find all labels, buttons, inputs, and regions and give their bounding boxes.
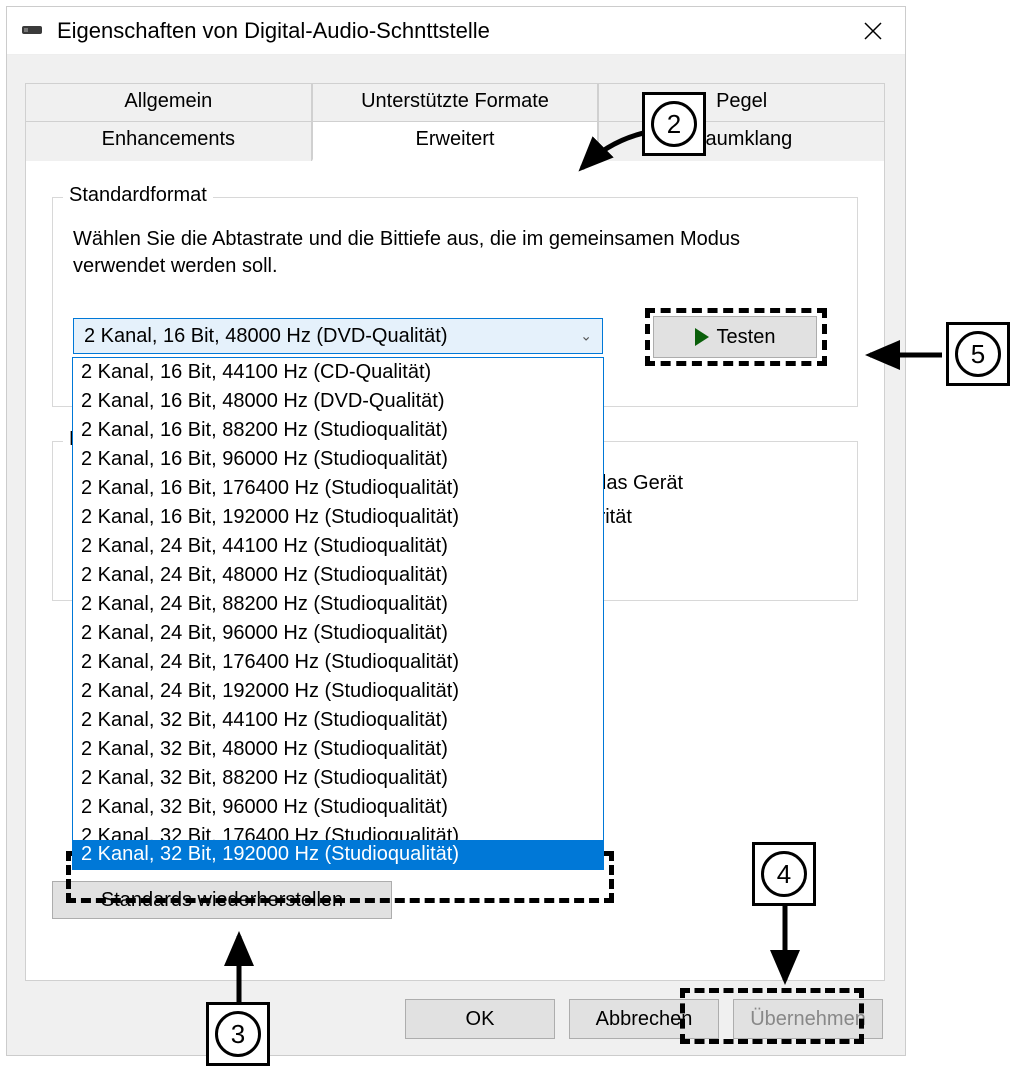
dropdown-item[interactable]: 2 Kanal, 24 Bit, 96000 Hz (Studioqualitä… bbox=[73, 619, 603, 648]
audio-device-icon bbox=[21, 19, 45, 43]
format-combobox-value: 2 Kanal, 16 Bit, 48000 Hz (DVD-Qualität) bbox=[84, 325, 448, 348]
tab-allgemein[interactable]: Allgemein bbox=[25, 83, 312, 121]
dropdown-item[interactable]: 2 Kanal, 32 Bit, 176400 Hz (Studioqualit… bbox=[73, 822, 603, 840]
group-standardformat-title: Standardformat bbox=[63, 184, 213, 207]
ok-button[interactable]: OK bbox=[405, 999, 555, 1039]
dropdown-item[interactable]: 2 Kanal, 24 Bit, 88200 Hz (Studioqualitä… bbox=[73, 590, 603, 619]
annotation-marker-5: 5 bbox=[946, 322, 1010, 386]
dropdown-item[interactable]: 2 Kanal, 16 Bit, 176400 Hz (Studioqualit… bbox=[73, 474, 603, 503]
dropdown-item[interactable]: 2 Kanal, 16 Bit, 192000 Hz (Studioqualit… bbox=[73, 503, 603, 532]
dropdown-item[interactable]: 2 Kanal, 24 Bit, 176400 Hz (Studioqualit… bbox=[73, 648, 603, 677]
cancel-button[interactable]: Abbrechen bbox=[569, 999, 719, 1039]
annotation-marker-3: 3 bbox=[206, 1002, 270, 1066]
tab-enhancements[interactable]: Enhancements bbox=[25, 121, 312, 161]
dialog-button-row: OK Abbrechen Übernehmen bbox=[7, 999, 905, 1039]
restore-defaults-label: Standards wiederherstellen bbox=[101, 889, 343, 912]
dropdown-item[interactable]: 2 Kanal, 24 Bit, 44100 Hz (Studioqualitä… bbox=[73, 532, 603, 561]
format-description: Wählen Sie die Abtastrate und die Bittie… bbox=[73, 226, 837, 280]
apply-button[interactable]: Übernehmen bbox=[733, 999, 883, 1039]
dropdown-item[interactable]: 2 Kanal, 16 Bit, 44100 Hz (CD-Qualität) bbox=[73, 358, 603, 387]
dropdown-item[interactable]: 2 Kanal, 32 Bit, 44100 Hz (Studioqualitä… bbox=[73, 706, 603, 735]
restore-defaults-button[interactable]: Standards wiederherstellen bbox=[52, 881, 392, 919]
chevron-down-icon: ⌄ bbox=[580, 328, 592, 345]
test-button[interactable]: Testen bbox=[653, 316, 817, 358]
play-icon bbox=[695, 328, 709, 346]
dropdown-item[interactable]: 2 Kanal, 32 Bit, 48000 Hz (Studioqualitä… bbox=[73, 735, 603, 764]
tab-control: Allgemein Unterstützte Formate Pegel Enh… bbox=[25, 83, 885, 973]
dropdown-item[interactable]: 2 Kanal, 16 Bit, 96000 Hz (Studioqualitä… bbox=[73, 445, 603, 474]
annotation-marker-4: 4 bbox=[752, 842, 816, 906]
dropdown-item[interactable]: 2 Kanal, 24 Bit, 48000 Hz (Studioqualitä… bbox=[73, 561, 603, 590]
test-button-label: Testen bbox=[717, 326, 776, 349]
dropdown-item[interactable]: 2 Kanal, 32 Bit, 88200 Hz (Studioqualitä… bbox=[73, 764, 603, 793]
tab-erweitert[interactable]: Erweitert bbox=[312, 121, 599, 161]
format-combobox[interactable]: 2 Kanal, 16 Bit, 48000 Hz (DVD-Qualität)… bbox=[73, 318, 603, 354]
close-button[interactable] bbox=[853, 11, 893, 51]
dropdown-item[interactable]: 2 Kanal, 16 Bit, 88200 Hz (Studioqualitä… bbox=[73, 416, 603, 445]
dropdown-item[interactable]: 2 Kanal, 32 Bit, 96000 Hz (Studioqualitä… bbox=[73, 793, 603, 822]
format-dropdown-list[interactable]: 2 Kanal, 16 Bit, 44100 Hz (CD-Qualität)2… bbox=[72, 357, 604, 870]
titlebar: Eigenschaften von Digital-Audio-Schnttst… bbox=[7, 7, 905, 55]
dropdown-item[interactable]: 2 Kanal, 32 Bit, 192000 Hz (Studioqualit… bbox=[73, 840, 603, 869]
window-title: Eigenschaften von Digital-Audio-Schnttst… bbox=[57, 18, 853, 44]
dropdown-item[interactable]: 2 Kanal, 16 Bit, 48000 Hz (DVD-Qualität) bbox=[73, 387, 603, 416]
dropdown-item[interactable]: 2 Kanal, 24 Bit, 192000 Hz (Studioqualit… bbox=[73, 677, 603, 706]
tab-formate[interactable]: Unterstützte Formate bbox=[312, 83, 599, 121]
annotation-marker-2: 2 bbox=[642, 92, 706, 156]
